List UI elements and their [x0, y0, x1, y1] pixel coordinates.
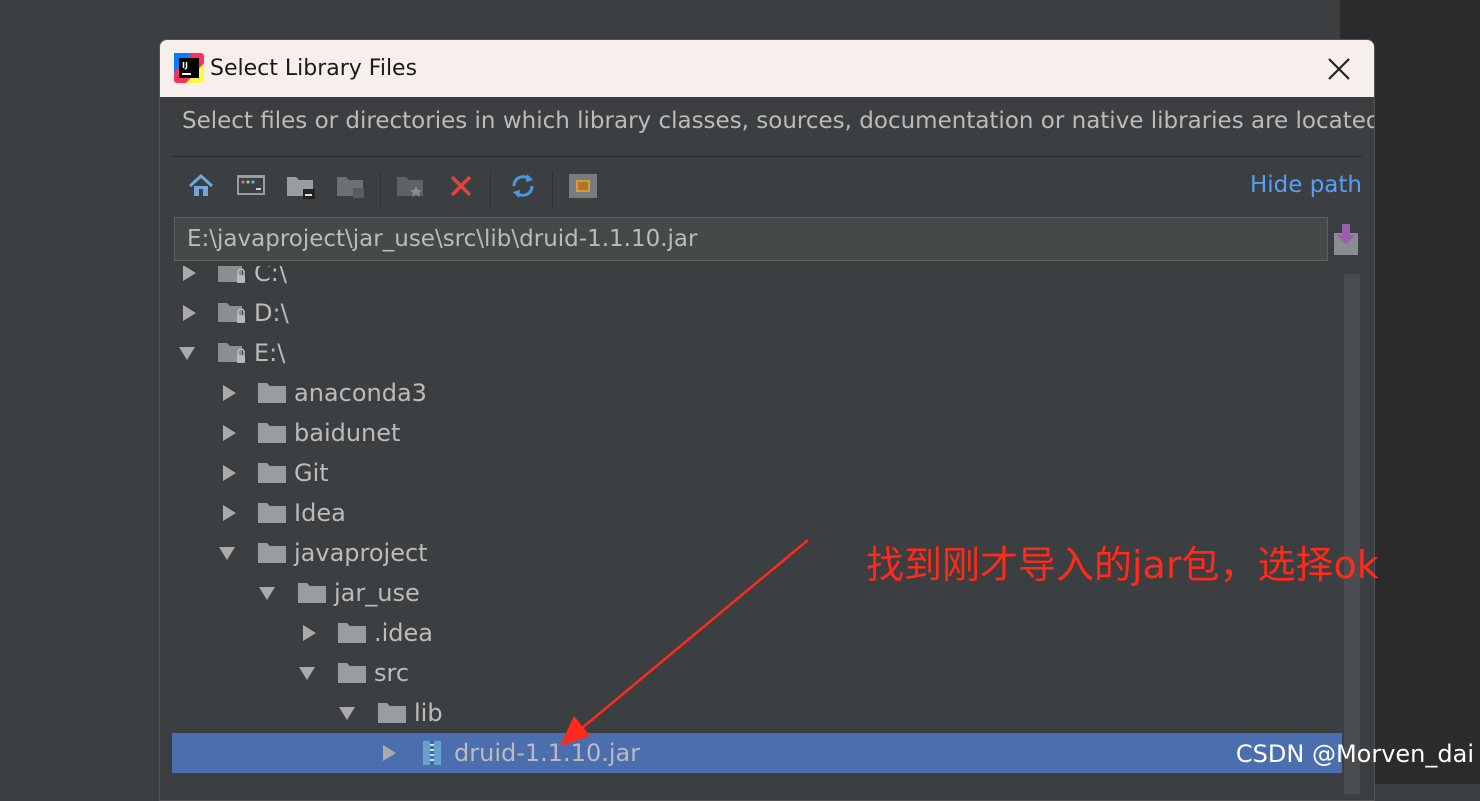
tree-row-selected[interactable]: druid-1.1.10.jar — [172, 733, 1342, 773]
tree-row[interactable]: anaconda3 — [172, 373, 1342, 413]
expand-arrow-icon[interactable] — [180, 304, 198, 322]
folder-icon — [338, 623, 366, 643]
tree-row-label: druid-1.1.10.jar — [454, 739, 641, 767]
intellij-app-icon: IJ — [174, 53, 204, 83]
tree-row[interactable]: lib — [172, 693, 1342, 733]
folder-icon — [258, 383, 286, 403]
folder-icon — [258, 423, 286, 443]
tree-row-label: .idea — [374, 619, 434, 647]
folder-icon — [258, 503, 286, 523]
tree-scrollbar[interactable] — [1344, 274, 1360, 794]
show-hidden-icon[interactable] — [566, 168, 600, 204]
hide-path-link[interactable]: Hide path — [1250, 172, 1362, 198]
tree-row-label: Idea — [294, 499, 346, 527]
tree-row-label: lib — [414, 699, 443, 727]
delete-icon[interactable] — [444, 168, 478, 204]
collapse-arrow-icon[interactable] — [258, 584, 276, 602]
jar-file-icon — [423, 741, 441, 765]
expand-arrow-icon[interactable] — [300, 624, 318, 642]
download-path-icon[interactable] — [1332, 223, 1360, 257]
desktop-icon[interactable] — [234, 168, 268, 204]
tree-row-label: Git — [294, 459, 329, 487]
toolbar-divider — [552, 172, 553, 208]
tree-row-label: D:\ — [254, 299, 289, 327]
expand-arrow-icon[interactable] — [380, 744, 398, 762]
expand-arrow-icon[interactable] — [220, 384, 238, 402]
folder-icon — [258, 463, 286, 483]
tree-row[interactable]: Git — [172, 453, 1342, 493]
tree-row[interactable]: .idea — [172, 613, 1342, 653]
tree-row-label: C:\ — [254, 266, 287, 287]
tree-row[interactable]: Idea — [172, 493, 1342, 533]
collapse-arrow-icon[interactable] — [298, 664, 316, 682]
module-folder-icon[interactable] — [334, 168, 368, 204]
tree-row-label: jar_use — [334, 579, 420, 607]
folder-icon — [298, 583, 326, 603]
tree-row-label: E:\ — [254, 339, 286, 367]
collapse-arrow-icon[interactable] — [338, 704, 356, 722]
watermark: CSDN @Morven_dai — [1235, 740, 1474, 768]
tree-row-label: anaconda3 — [294, 379, 427, 407]
collapse-arrow-icon[interactable] — [178, 344, 196, 362]
file-tree[interactable]: C:\ D:\ E:\ anaconda3 baidunet Git Idea … — [172, 266, 1360, 800]
drive-icon — [218, 343, 245, 363]
folder-icon — [378, 703, 406, 723]
tree-row-label: javaproject — [294, 539, 428, 567]
tree-row[interactable]: src — [172, 653, 1342, 693]
expand-arrow-icon[interactable] — [220, 504, 238, 522]
annotation-text: 找到刚才导入的jar包，选择ok — [866, 543, 1379, 587]
title-bar: IJ Select Library Files — [160, 40, 1374, 97]
new-folder-icon[interactable] — [394, 168, 428, 204]
refresh-icon[interactable] — [506, 168, 540, 204]
tree-row-label: src — [374, 659, 410, 687]
divider — [172, 156, 1362, 157]
dialog-description: Select files or directories in which lib… — [182, 108, 1375, 134]
folder-icon — [338, 663, 366, 683]
expand-arrow-icon[interactable] — [220, 464, 238, 482]
tree-row[interactable]: E:\ — [172, 333, 1342, 373]
project-folder-icon[interactable] — [284, 168, 318, 204]
toolbar-divider — [380, 172, 381, 208]
expand-arrow-icon[interactable] — [220, 424, 238, 442]
close-icon[interactable] — [1322, 52, 1356, 86]
home-icon[interactable] — [184, 168, 218, 204]
svg-text:IJ: IJ — [182, 61, 188, 70]
select-library-files-dialog: IJ Select Library Files Select files or … — [159, 39, 1375, 801]
collapse-arrow-icon[interactable] — [218, 544, 236, 562]
toolbar-divider — [490, 172, 491, 208]
tree-row-label: baidunet — [294, 419, 401, 447]
path-input[interactable]: E:\javaproject\jar_use\src\lib\druid-1.1… — [174, 217, 1328, 261]
drive-icon — [218, 266, 245, 283]
folder-icon — [258, 543, 286, 563]
drive-icon — [218, 303, 245, 323]
tree-row[interactable]: C:\ — [172, 266, 1342, 293]
expand-arrow-icon[interactable] — [180, 266, 198, 282]
tree-row[interactable]: baidunet — [172, 413, 1342, 453]
tree-row[interactable]: D:\ — [172, 293, 1342, 333]
dialog-title: Select Library Files — [210, 56, 418, 81]
